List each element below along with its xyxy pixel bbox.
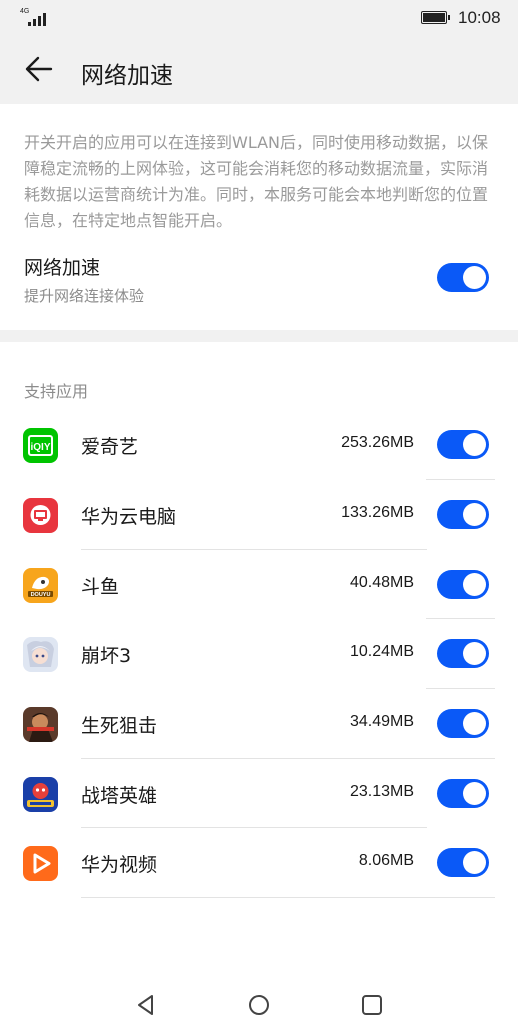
- app-row-honkai3[interactable]: 崩坏3 10.24MB: [0, 619, 518, 689]
- app-row-zhantayingxiong[interactable]: 战塔英雄 23.13MB: [0, 759, 518, 829]
- app-data-usage: 253.26MB: [341, 434, 414, 451]
- nav-home-icon[interactable]: [246, 992, 272, 1018]
- app-data-usage: 23.13MB: [349, 783, 414, 800]
- app-header: 网络加速: [0, 36, 518, 104]
- app-switch-honkai3[interactable]: [437, 639, 489, 668]
- section-label: 支持应用: [24, 382, 89, 401]
- svg-text:iQIY: iQIY: [30, 442, 50, 453]
- setting-subtitle: 提升网络连接体验: [24, 287, 145, 305]
- douyu-icon: DOUYU: [23, 568, 58, 603]
- app-switch-iqiyi[interactable]: [437, 430, 489, 459]
- app-row-shengsijuji[interactable]: 生死狙击 34.49MB: [0, 689, 518, 759]
- app-name: 斗鱼: [81, 576, 120, 598]
- app-name: 战塔英雄: [81, 785, 158, 807]
- back-arrow-icon[interactable]: [24, 54, 54, 84]
- huawei-cloud-pc-icon: [23, 498, 58, 533]
- app-data-usage: 34.49MB: [349, 713, 414, 730]
- navigation-bar: [0, 978, 518, 1035]
- app-switch-huawei-video[interactable]: [437, 848, 489, 877]
- app-data-usage: 8.06MB: [358, 852, 414, 869]
- app-name: 生死狙击: [81, 715, 158, 737]
- network-acceleration-switch[interactable]: [437, 263, 489, 292]
- app-switch-shengsijuji[interactable]: [437, 709, 489, 738]
- setting-title: 网络加速: [24, 257, 101, 279]
- battery-icon: [421, 11, 450, 24]
- feature-description: 开关开启的应用可以在连接到WLAN后，同时使用移动数据，以保障稳定流畅的上网体验…: [24, 133, 489, 230]
- shengsijuji-icon: [23, 707, 58, 742]
- app-data-usage: 133.26MB: [341, 504, 414, 521]
- huawei-video-icon: [23, 846, 58, 881]
- app-name: 爱奇艺: [81, 436, 139, 458]
- page-title: 网络加速: [81, 63, 173, 89]
- app-name: 崩坏3: [81, 645, 132, 667]
- app-name: 华为云电脑: [81, 506, 177, 528]
- app-row-huawei-video[interactable]: 华为视频 8.06MB: [0, 828, 518, 898]
- row-divider: [81, 897, 495, 898]
- app-row-huawei-cloud-pc[interactable]: 华为云电脑 133.26MB: [0, 480, 518, 550]
- clock: 10:08: [458, 8, 501, 27]
- app-switch-zhantayingxiong[interactable]: [437, 779, 489, 808]
- app-row-iqiyi[interactable]: iQIY 爱奇艺 253.26MB: [0, 410, 518, 480]
- app-switch-huawei-cloud-pc[interactable]: [437, 500, 489, 529]
- nav-recents-icon[interactable]: [359, 992, 385, 1018]
- section-separator: [0, 330, 518, 342]
- nav-back-icon[interactable]: [133, 992, 159, 1018]
- app-data-usage: 40.48MB: [349, 574, 414, 591]
- app-row-douyu[interactable]: DOUYU 斗鱼 40.48MB: [0, 550, 518, 620]
- app-data-usage: 10.24MB: [349, 643, 414, 660]
- iqiyi-icon: iQIY: [23, 428, 58, 463]
- svg-text:DOUYU: DOUYU: [31, 592, 51, 598]
- zhantayingxiong-icon: [23, 777, 58, 812]
- status-bar: 4G 10:08: [0, 0, 518, 36]
- signal-icon: 4G: [20, 8, 50, 26]
- network-acceleration-setting[interactable]: 网络加速 提升网络连接体验: [0, 248, 518, 318]
- honkai3-icon: [23, 637, 58, 672]
- app-name: 华为视频: [81, 854, 158, 876]
- app-switch-douyu[interactable]: [437, 570, 489, 599]
